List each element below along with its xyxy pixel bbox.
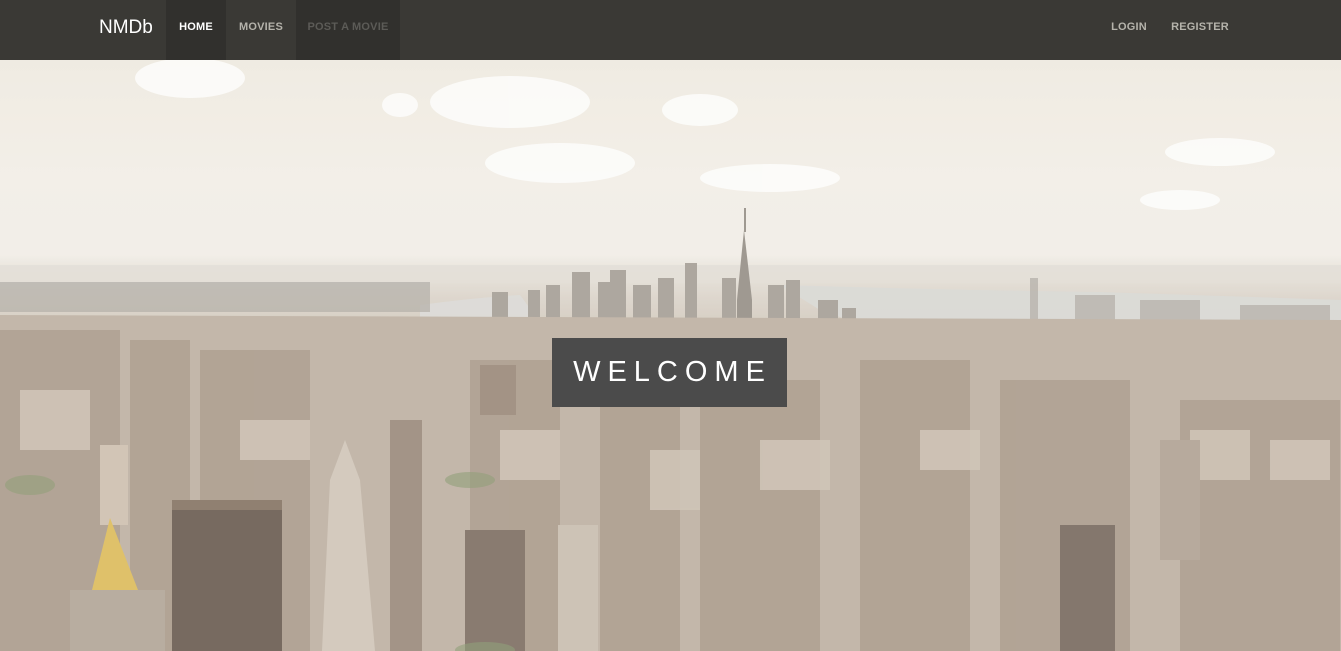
welcome-banner: WELCOME [552, 338, 787, 407]
nav-home[interactable]: HOME [166, 0, 226, 60]
nav-login[interactable]: LOGIN [1105, 0, 1153, 60]
hero-banner: WELCOME [0, 60, 1341, 651]
brand-logo[interactable]: NMDb [99, 0, 153, 60]
top-navbar: NMDb HOME MOVIES POST A MOVIE LOGIN REGI… [0, 0, 1341, 60]
nav-post-a-movie[interactable]: POST A MOVIE [296, 0, 400, 60]
nav-movies[interactable]: MOVIES [226, 0, 296, 60]
nav-register[interactable]: REGISTER [1166, 0, 1234, 60]
